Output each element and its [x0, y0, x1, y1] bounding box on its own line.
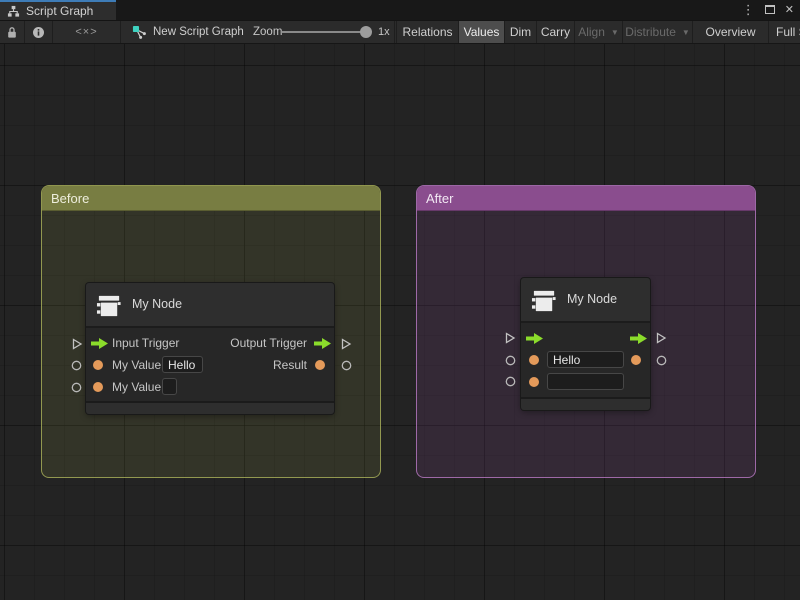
maximize-icon[interactable]	[765, 1, 775, 19]
flow-input-port[interactable]	[91, 338, 108, 349]
script-graph-window: Script Graph ⋮ ✕	[0, 0, 800, 600]
full-screen-label: Full Scr	[776, 25, 800, 39]
unit-icon	[96, 292, 123, 319]
node-title: My Node	[567, 278, 617, 321]
lock-icon	[6, 26, 18, 39]
distribute-button[interactable]: Distribute ▼	[622, 21, 692, 43]
external-value-port[interactable]	[71, 360, 82, 371]
group-before-title: Before	[51, 191, 89, 206]
port-row-value-a: My Value A Result	[86, 354, 334, 376]
node-my-node-before[interactable]: My Node Input Trigger Output Trigger My …	[86, 283, 334, 414]
overview-button[interactable]: Overview	[692, 21, 768, 43]
chevron-down-icon: ▼	[682, 28, 690, 37]
close-icon[interactable]: ✕	[785, 0, 794, 20]
info-icon	[32, 26, 45, 39]
port-row-trigger	[521, 327, 650, 349]
node-header[interactable]: My Node	[521, 278, 650, 323]
value-output-port[interactable]	[315, 360, 325, 370]
value-input-port[interactable]	[529, 377, 539, 387]
group-after-header[interactable]: After	[417, 186, 755, 211]
carry-button[interactable]: Carry	[536, 21, 574, 43]
info-button[interactable]	[24, 21, 52, 43]
distribute-label: Distribute	[625, 25, 676, 39]
node-footer	[86, 401, 334, 414]
relations-label: Relations	[402, 25, 452, 39]
value-input-port[interactable]	[93, 360, 103, 370]
full-screen-button[interactable]: Full Scr	[768, 21, 800, 43]
node-title: My Node	[132, 283, 182, 326]
graph-canvas[interactable]: Before After My Nod	[0, 44, 800, 600]
new-script-graph-button[interactable]: New Script Graph	[126, 21, 244, 43]
new-graph-label: New Script Graph	[153, 26, 244, 38]
relations-button[interactable]: Relations	[396, 21, 458, 43]
dim-label: Dim	[510, 25, 531, 39]
node-header[interactable]: My Node	[86, 283, 334, 328]
graph-hierarchy-icon	[7, 5, 20, 18]
external-flow-port[interactable]	[504, 332, 516, 344]
group-after-title: After	[426, 191, 453, 206]
external-flow-port[interactable]	[655, 332, 667, 344]
port-row-value-a	[521, 349, 650, 371]
more-menu-icon[interactable]: ⋮	[742, 0, 755, 20]
zoom-value: 1x	[378, 21, 390, 43]
flow-output-port[interactable]	[630, 333, 647, 344]
port-row-value-b	[521, 371, 650, 393]
port-row-trigger: Input Trigger Output Trigger	[86, 332, 334, 354]
zoom-label: Zoom	[253, 21, 282, 43]
code-icon: <×>	[75, 26, 97, 38]
my-value-a-input[interactable]	[547, 351, 624, 368]
external-value-port[interactable]	[656, 355, 667, 366]
group-before-header[interactable]: Before	[42, 186, 380, 211]
tab-script-graph[interactable]: Script Graph	[0, 0, 116, 20]
flow-input-port[interactable]	[526, 333, 543, 344]
external-flow-port[interactable]	[340, 338, 352, 350]
my-value-b-input[interactable]	[162, 378, 177, 395]
result-label: Result	[273, 354, 307, 376]
value-input-port[interactable]	[93, 382, 103, 392]
align-button[interactable]: Align ▼	[574, 21, 622, 43]
dim-button[interactable]: Dim	[504, 21, 536, 43]
edit-source-button[interactable]: <×>	[52, 21, 120, 43]
chevron-down-icon: ▼	[611, 28, 619, 37]
overview-label: Overview	[705, 25, 755, 39]
graph-toolbar: <×> New Script Graph Zoom 1x Relations V…	[0, 20, 800, 44]
external-flow-port[interactable]	[71, 338, 83, 350]
port-row-value-b: My Value B	[86, 376, 334, 398]
my-value-b-input[interactable]	[547, 373, 624, 390]
node-footer	[521, 397, 650, 410]
external-value-port[interactable]	[505, 376, 516, 387]
node-my-node-after[interactable]: My Node	[521, 278, 650, 410]
tab-title: Script Graph	[26, 4, 93, 18]
carry-label: Carry	[541, 25, 570, 39]
value-output-port[interactable]	[631, 355, 641, 365]
unit-icon	[531, 287, 558, 314]
input-trigger-label: Input Trigger	[112, 332, 179, 354]
output-trigger-label: Output Trigger	[230, 332, 307, 354]
values-button[interactable]: Values	[458, 21, 504, 43]
external-value-port[interactable]	[71, 382, 82, 393]
tab-strip: Script Graph ⋮ ✕	[0, 0, 800, 20]
zoom-slider-thumb[interactable]	[360, 26, 372, 38]
lock-button[interactable]	[0, 21, 24, 43]
align-label: Align	[578, 25, 605, 39]
external-value-port[interactable]	[341, 360, 352, 371]
new-graph-icon	[132, 25, 147, 40]
zoom-slider-track[interactable]	[281, 31, 367, 33]
value-input-port[interactable]	[529, 355, 539, 365]
window-controls: ⋮ ✕	[742, 0, 794, 20]
values-label: Values	[464, 25, 500, 39]
my-value-a-input[interactable]	[162, 356, 203, 373]
external-value-port[interactable]	[505, 355, 516, 366]
flow-output-port[interactable]	[314, 338, 331, 349]
